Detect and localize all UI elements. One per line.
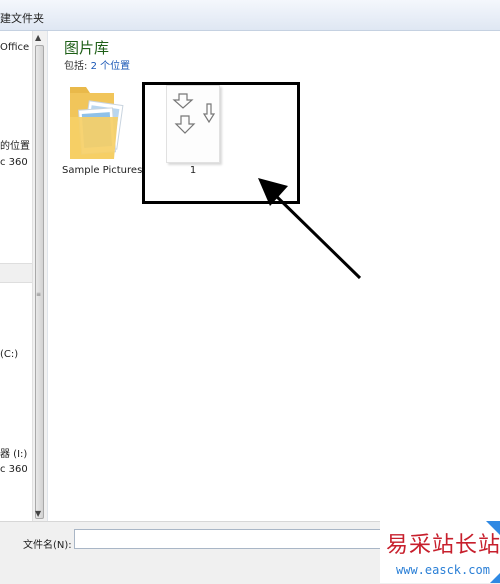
library-includes: 包括: 2 个位置: [64, 57, 130, 72]
watermark: 易采站长站 www.easck.com: [380, 521, 500, 583]
nav-item-360-2[interactable]: c 360: [0, 464, 28, 475]
watermark-url: www.easck.com: [396, 563, 490, 577]
includes-locations-link[interactable]: 2 个位置: [91, 61, 131, 72]
watermark-chinese-text: 易采站长站: [386, 533, 500, 558]
scroll-down-icon[interactable]: ▼: [35, 509, 41, 518]
library-title: 图片库: [64, 39, 110, 57]
scroll-up-icon[interactable]: ▲: [35, 33, 41, 42]
nav-item-location[interactable]: 的位置: [0, 137, 30, 152]
scrollbar-grip-icon: ≡: [35, 291, 42, 298]
folder-item-sample-pictures[interactable]: Sample Pictures: [62, 77, 142, 187]
watermark-corner-bottom-icon: [490, 573, 500, 583]
scrollbar-thumb[interactable]: [35, 45, 44, 519]
new-folder-button[interactable]: 建文件夹: [0, 10, 44, 26]
folder-icon: [70, 87, 124, 159]
nav-scrollbar[interactable]: ▲ ≡ ▼: [32, 31, 47, 521]
nav-item-360[interactable]: c 360: [0, 157, 28, 168]
navigation-pane: Office 的位置 c 360 (C:) 器 (I:) c 360: [0, 31, 32, 521]
nav-item-drive-c[interactable]: (C:): [0, 349, 18, 360]
nav-section-divider: [0, 263, 32, 283]
includes-prefix: 包括:: [64, 61, 88, 72]
annotation-highlight-box: [142, 82, 300, 204]
filename-input[interactable]: [74, 529, 394, 549]
toolbar: 建文件夹: [0, 0, 500, 31]
nav-item-drive-i[interactable]: 器 (I:): [0, 445, 27, 460]
nav-item-office[interactable]: Office: [0, 42, 29, 53]
filename-label: 文件名(N):: [23, 540, 72, 551]
